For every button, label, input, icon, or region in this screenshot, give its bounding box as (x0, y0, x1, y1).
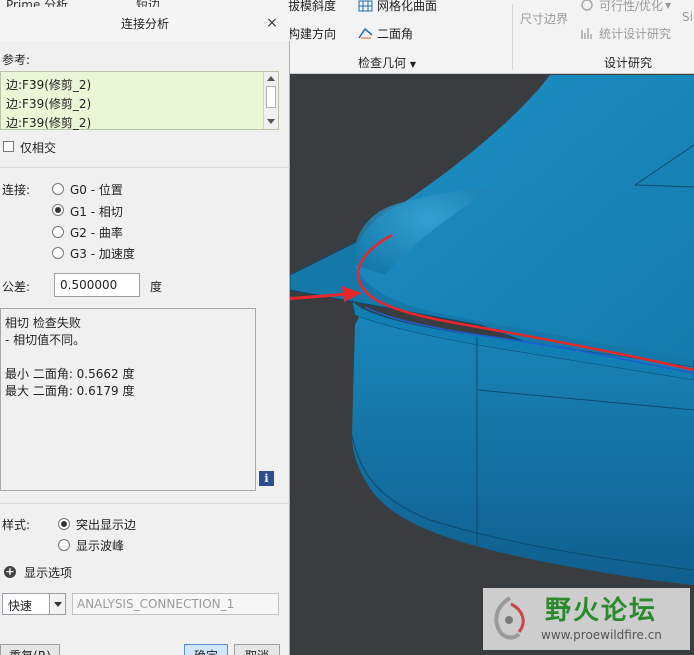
references-list[interactable]: 边:F39(修剪_2) 边:F39(修剪_2) 边:F39(修剪_2) (0, 71, 279, 130)
radio-g0[interactable] (52, 183, 64, 195)
chevron-down-icon[interactable] (49, 594, 65, 614)
mesh-surface-label: 网格化曲面 (377, 0, 438, 13)
model-viewport[interactable] (290, 75, 694, 655)
option-g1-label: G1 - 相切 (70, 205, 123, 219)
watermark-title: 野火论坛 (545, 596, 658, 626)
build-direction-button[interactable]: 构建方向 (288, 25, 336, 42)
style-highlight-edge-label: 突出显示边 (76, 518, 137, 532)
si-label: Si (682, 10, 693, 24)
result-min-dihedral: 最小 二面角: 0.5662 度 (5, 367, 135, 381)
ok-button[interactable]: 确定 (184, 644, 228, 655)
display-options-toggle[interactable]: 显示选项 (24, 564, 72, 581)
statistical-design-label: 统计设计研究 (599, 27, 672, 41)
style-label: 样式: (2, 518, 31, 532)
list-item[interactable]: 边:F39(修剪_2) (6, 95, 91, 112)
check-geometry-label: 检查几何 (358, 56, 407, 70)
check-geometry-group[interactable]: 检查几何 ▼ (358, 54, 416, 71)
close-icon[interactable]: × (265, 16, 279, 30)
wildfire-logo-icon (494, 596, 525, 640)
continuity-label: 连接: (2, 183, 31, 197)
statistics-icon (581, 28, 592, 39)
result-detail: - 相切值不同。 (5, 333, 86, 347)
chevron-down-icon: ▼ (665, 1, 672, 10)
design-study-group: 设计研究 (604, 54, 652, 71)
radio-g3[interactable] (52, 247, 64, 259)
feasibility-label: 可行性/优化 (599, 0, 664, 13)
divider (0, 167, 290, 168)
dialog-title: 连接分析 (0, 7, 290, 41)
scroll-down-icon[interactable] (267, 119, 275, 124)
analysis-name-input[interactable] (72, 593, 279, 615)
intersect-only-checkbox[interactable] (3, 141, 14, 152)
cancel-button[interactable]: 取消 (234, 644, 280, 655)
watermark: 野火论坛 www.proewildfire.cn (483, 588, 690, 650)
tolerance-label: 公差: (2, 280, 31, 294)
model-render (290, 75, 694, 585)
mesh-surface-icon (358, 0, 373, 12)
connection-analysis-dialog: 连接分析 × 参考: 边:F39(修剪_2) 边:F39(修剪_2) 边:F39… (0, 7, 290, 655)
result-max-dihedral: 最大 二面角: 0.6179 度 (5, 384, 135, 398)
radio-g2[interactable] (52, 226, 64, 238)
scroll-thumb[interactable] (266, 86, 276, 108)
option-g3-label: G3 - 加速度 (70, 247, 135, 261)
design-study-label: 设计研究 (604, 56, 653, 70)
radio-highlight-edge[interactable] (58, 518, 70, 530)
build-direction-label: 构建方向 (288, 27, 337, 41)
si-partial[interactable]: Si (682, 10, 693, 24)
radio-g1[interactable] (52, 204, 64, 216)
tolerance-unit: 度 (150, 280, 163, 294)
ribbon-separator (512, 4, 513, 70)
mesh-surface-button[interactable]: 网格化曲面 (358, 0, 437, 14)
result-panel: 相切 检查失败 - 相切值不同。 最小 二面角: 0.5662 度 最大 二面角… (0, 308, 256, 491)
feasibility-icon (581, 0, 593, 11)
ribbon: 拔模斜度 网格化曲面 构建方向 二面角 检查几何 ▼ 尺寸边界 可行性/优化 ▼… (288, 0, 694, 74)
repeat-button[interactable]: 重复(R) (0, 644, 60, 655)
statistical-design-button[interactable]: 统计设计研究 (580, 25, 671, 42)
references-label: 参考: (2, 53, 31, 67)
list-item[interactable]: 边:F39(修剪_2) (6, 114, 91, 131)
info-icon[interactable]: i (259, 471, 274, 486)
quick-select[interactable]: 快速 (2, 593, 66, 615)
scroll-up-icon[interactable] (267, 76, 275, 81)
intersect-only-label: 仅相交 (20, 141, 57, 155)
dihedral-button[interactable]: 二面角 (358, 25, 413, 42)
option-g2-label: G2 - 曲率 (70, 226, 123, 240)
dihedral-label: 二面角 (377, 27, 414, 41)
expand-plus-icon[interactable]: + (4, 566, 16, 578)
style-show-crest-label: 显示波峰 (76, 539, 125, 553)
feasibility-button[interactable]: 可行性/优化 ▼ (580, 0, 671, 14)
list-item[interactable]: 边:F39(修剪_2) (6, 76, 91, 93)
dimension-boundary-button[interactable]: 尺寸边界 (520, 10, 568, 27)
result-status: 相切 检查失败 (5, 316, 81, 330)
draft-label: 拔模斜度 (288, 0, 337, 13)
dimension-boundary-label: 尺寸边界 (520, 12, 569, 26)
references-scrollbar[interactable] (263, 72, 278, 129)
dihedral-icon (358, 27, 373, 39)
chevron-down-icon: ▼ (409, 60, 416, 69)
radio-show-crest[interactable] (58, 539, 70, 551)
watermark-url: www.proewildfire.cn (541, 628, 662, 642)
draft-button[interactable]: 拔模斜度 (288, 0, 336, 14)
tolerance-input[interactable] (54, 273, 140, 297)
divider (0, 503, 290, 504)
quick-select-value: 快速 (8, 599, 33, 613)
option-g0-label: G0 - 位置 (70, 183, 123, 197)
